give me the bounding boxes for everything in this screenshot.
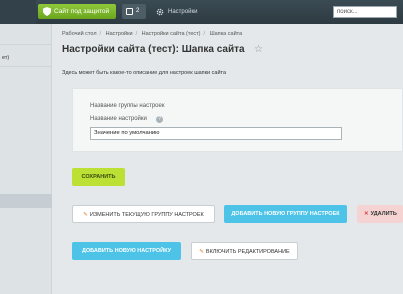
close-icon: ✕ bbox=[364, 211, 369, 217]
gear-icon bbox=[156, 8, 164, 16]
breadcrumb-item[interactable]: Рабочий стол bbox=[62, 31, 97, 37]
group-name-label: Название группы настроек bbox=[90, 103, 165, 109]
delete-button[interactable]: ✕ УДАЛИТЬ bbox=[357, 205, 403, 223]
notifications-count: 2 bbox=[136, 8, 140, 14]
edit-group-button[interactable]: ✎ ИЗМЕНИТЬ ТЕКУЩУЮ ГРУППУ НАСТРОЕК bbox=[72, 205, 215, 223]
settings-link[interactable]: Настройки bbox=[156, 0, 197, 24]
add-group-button[interactable]: ДОБАВИТЬ НОВУЮ ГРУППУ НАСТРОЕК bbox=[224, 205, 347, 223]
setting-name-label: Название настройки bbox=[90, 116, 147, 122]
enable-edit-label: ВКЛЮЧИТЬ РЕДАКТИРОВАНИЕ bbox=[205, 249, 290, 255]
page-description: Здесь может быть какое-то описание для н… bbox=[62, 70, 227, 76]
delete-label: УДАЛИТЬ bbox=[370, 211, 397, 217]
sidebar-item[interactable]: ет) bbox=[0, 55, 52, 61]
settings-label: Настройки bbox=[168, 9, 198, 15]
site-protected-button[interactable]: Сайт под защитой bbox=[38, 4, 116, 19]
sidebar-divider bbox=[0, 66, 52, 67]
top-bar: Сайт под защитой 2 Настройки поиск... bbox=[0, 0, 403, 24]
breadcrumb-separator: / bbox=[203, 31, 206, 37]
notifications-icon bbox=[126, 8, 133, 15]
breadcrumb-separator: / bbox=[135, 31, 138, 37]
setting-value-field[interactable]: Значение по умолчанию bbox=[90, 127, 342, 140]
notifications-button[interactable]: 2 bbox=[122, 4, 146, 19]
breadcrumb-item[interactable]: Настройки bbox=[106, 31, 133, 37]
left-sidebar: ет) bbox=[0, 24, 52, 294]
shield-icon bbox=[43, 7, 51, 16]
site-protected-label: Сайт под защитой bbox=[54, 8, 110, 15]
top-bar-left bbox=[0, 0, 36, 24]
sidebar-divider bbox=[0, 44, 52, 45]
breadcrumb-separator: / bbox=[99, 31, 102, 37]
page-title: Настройки сайта (тест): Шапка сайта bbox=[62, 44, 245, 55]
breadcrumb: Рабочий стол / Настройки / Настройки сайта… bbox=[62, 31, 245, 37]
enable-edit-button[interactable]: ✎ ВКЛЮЧИТЬ РЕДАКТИРОВАНИЕ bbox=[191, 242, 298, 260]
pencil-icon: ✎ bbox=[83, 212, 88, 218]
search-input[interactable]: поиск... bbox=[333, 6, 397, 18]
save-button[interactable]: СОХРАНИТЬ bbox=[72, 168, 125, 186]
add-setting-button[interactable]: ДОБАВИТЬ НОВУЮ НАСТРОЙКУ bbox=[72, 242, 181, 260]
sidebar-item-active[interactable] bbox=[0, 194, 52, 208]
help-icon[interactable]: ? bbox=[156, 116, 163, 123]
pencil-icon: ✎ bbox=[199, 249, 204, 255]
breadcrumb-item[interactable]: Настройки сайта (тест) bbox=[142, 31, 201, 37]
edit-group-label: ИЗМЕНИТЬ ТЕКУЩУЮ ГРУППУ НАСТРОЕК bbox=[89, 212, 204, 218]
favorite-star-icon[interactable]: ☆ bbox=[254, 44, 263, 55]
breadcrumb-item: Шапка сайта bbox=[209, 31, 243, 37]
